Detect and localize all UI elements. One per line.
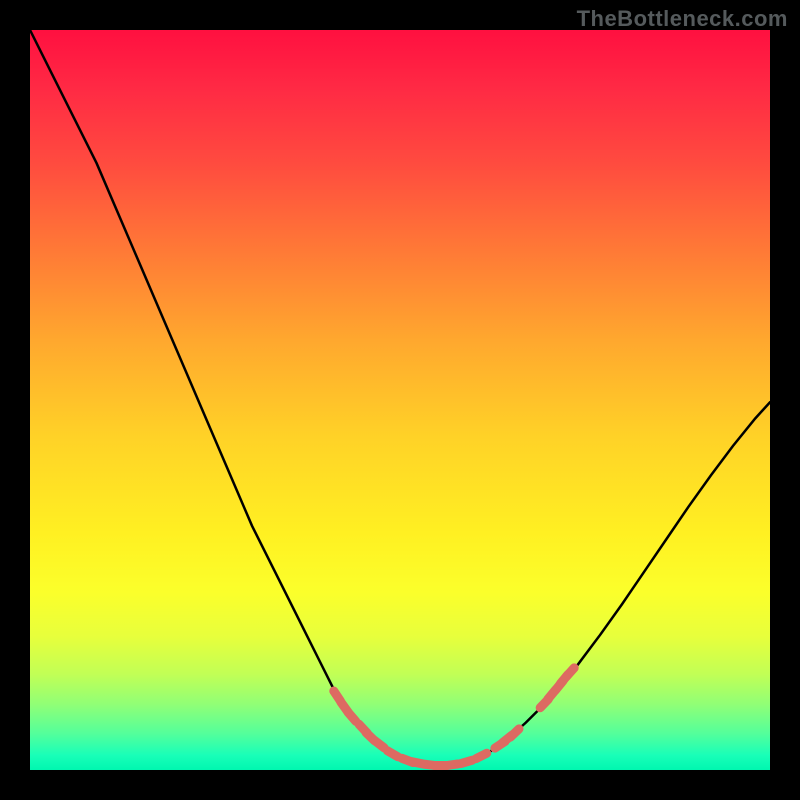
highlight-dot <box>446 764 458 766</box>
chart-frame: TheBottleneck.com <box>0 0 800 800</box>
highlight-dot <box>348 712 356 721</box>
highlight-dots <box>334 668 574 766</box>
chart-svg <box>30 30 770 770</box>
highlight-dot <box>387 751 397 757</box>
plot-area <box>30 30 770 770</box>
bottleneck-curve <box>30 30 770 766</box>
highlight-dot <box>476 753 487 758</box>
highlight-dot <box>461 760 473 763</box>
watermark-text: TheBottleneck.com <box>577 6 788 32</box>
highlight-dot <box>510 729 519 737</box>
highlight-dot <box>566 668 574 677</box>
highlight-dot <box>375 740 385 747</box>
